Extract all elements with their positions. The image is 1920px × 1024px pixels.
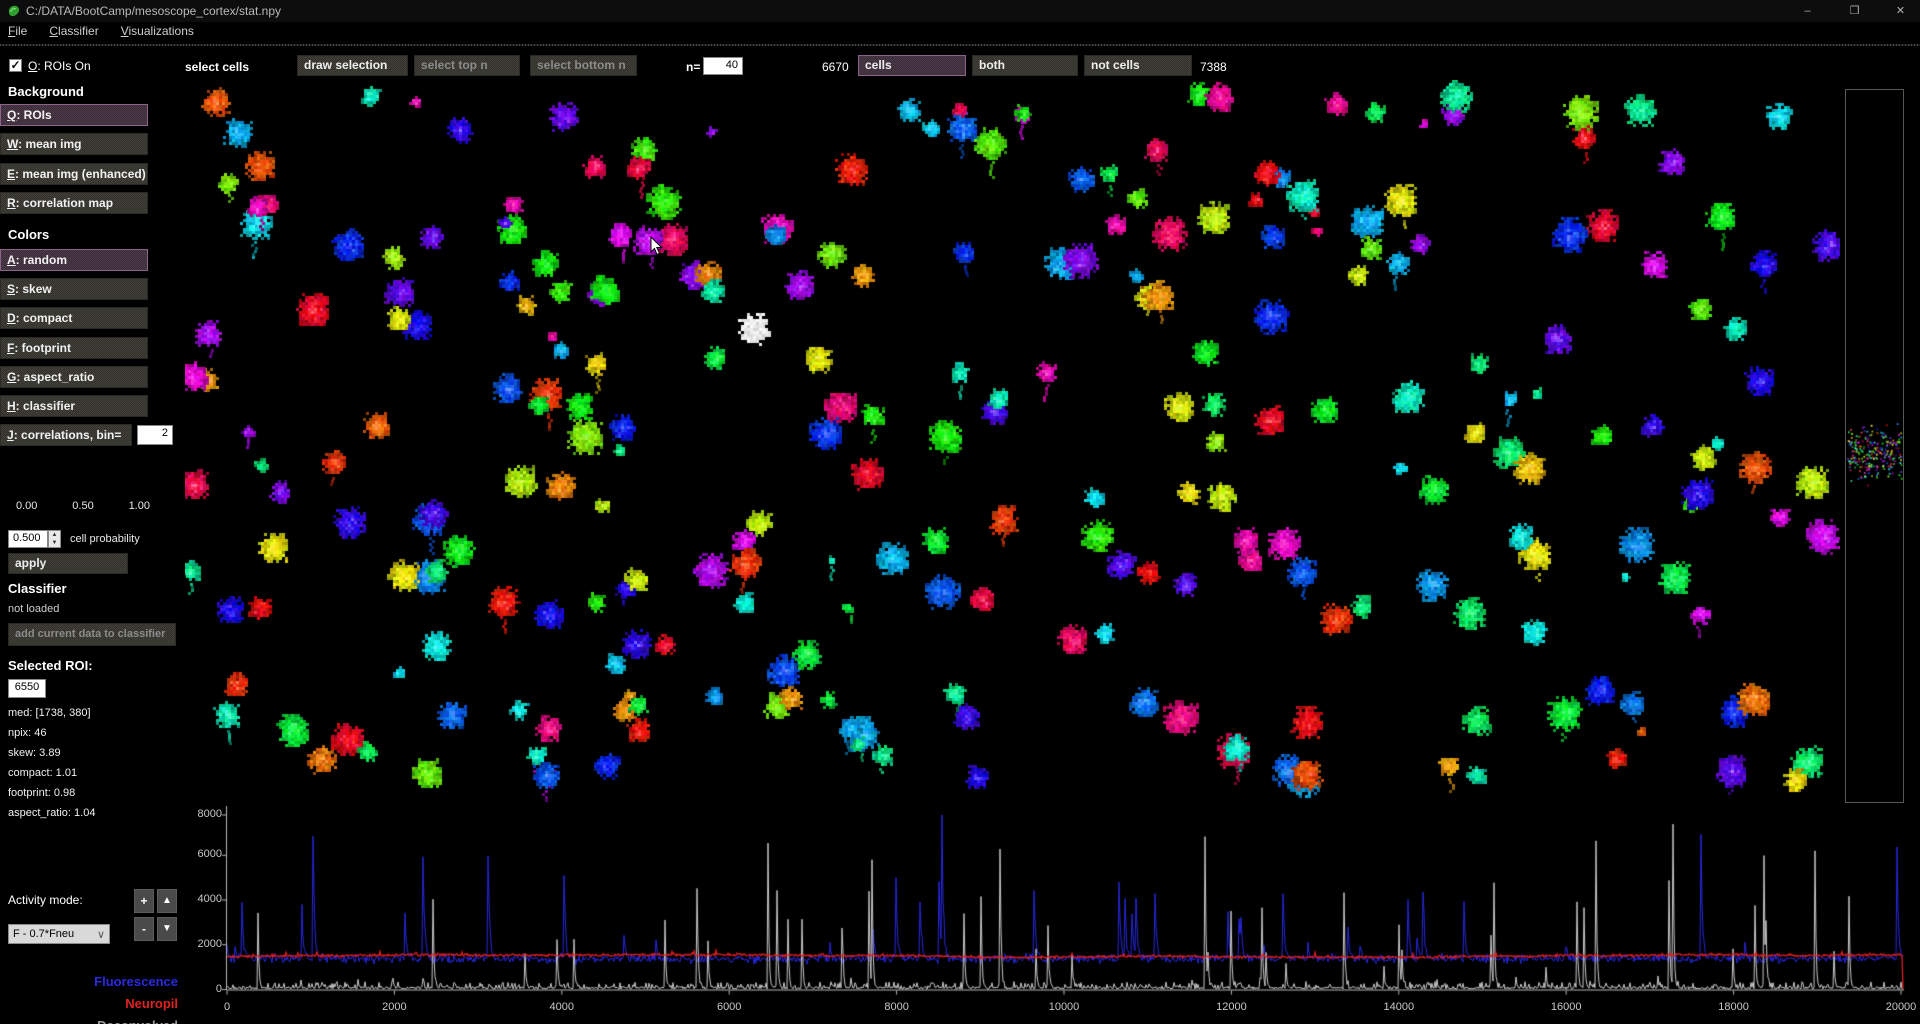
menu-bar: File Classifier Visualizations xyxy=(8,24,194,38)
x-tick-label: 8000 xyxy=(884,1001,908,1013)
selected-roi-header: Selected ROI: xyxy=(8,658,93,673)
cell-probability-label: cell probability xyxy=(70,533,140,545)
x-tick-label: 18000 xyxy=(1718,1001,1749,1013)
classifier-header: Classifier xyxy=(8,581,67,596)
background-option[interactable]: Q: ROIs xyxy=(0,104,148,126)
cells-count: 6670 xyxy=(822,60,849,74)
cell-probability-input[interactable]: 0.500 xyxy=(8,530,48,548)
legend-entry: Neuropil xyxy=(0,993,178,1015)
not-cells-count: 7388 xyxy=(1200,60,1227,74)
step-up-icon[interactable]: ▲ xyxy=(49,531,60,539)
minimap-canvas[interactable] xyxy=(1846,90,1903,802)
select-top-n-button[interactable]: select top n xyxy=(414,55,520,76)
x-tick-label: 20000 xyxy=(1886,1001,1917,1013)
menu-item[interactable]: File xyxy=(8,24,27,38)
x-tick-label: 12000 xyxy=(1216,1001,1247,1013)
x-tick-label: 4000 xyxy=(550,1001,574,1013)
x-tick-label: 0 xyxy=(224,1001,230,1013)
scale-label: 0.50 xyxy=(72,500,93,512)
correlations-bin-input[interactable]: 2 xyxy=(137,425,173,445)
roi-stat: skew: 3.89 xyxy=(8,747,95,767)
app-icon xyxy=(7,4,21,18)
apply-button[interactable]: apply xyxy=(8,553,128,574)
not-cells-button[interactable]: not cells xyxy=(1084,55,1192,76)
y-tick-label: 2000 xyxy=(0,938,222,950)
window-title: C:/DATA/BootCamp/mesoscope_cortex/stat.n… xyxy=(26,4,281,18)
selected-roi-input[interactable]: 6550 xyxy=(8,679,46,698)
colors-option[interactable]: A: random xyxy=(0,249,148,271)
scale-label: 0.00 xyxy=(16,500,37,512)
rois-on-checkbox[interactable]: ✓ xyxy=(9,59,22,72)
y-tick-label: 8000 xyxy=(0,808,222,820)
close-button[interactable]: ✕ xyxy=(1878,0,1920,22)
n-input[interactable]: 40 xyxy=(703,57,743,75)
trace-legend: FluorescenceNeuropilDeconvolved xyxy=(0,971,178,1024)
scale-label: 1.00 xyxy=(129,500,150,512)
minimap-frame[interactable] xyxy=(1845,89,1904,803)
x-tick-label: 6000 xyxy=(717,1001,741,1013)
correlations-button[interactable]: J: correlations, bin= xyxy=(0,424,132,446)
background-header: Background xyxy=(8,84,84,99)
background-option[interactable]: E: mean img (enhanced) xyxy=(0,163,148,185)
y-tick-label: 6000 xyxy=(0,848,222,860)
colors-header: Colors xyxy=(8,227,49,242)
toolbar-separator xyxy=(0,44,1920,46)
background-options: Q: ROIs W: mean img E: mean img (enhanced)… xyxy=(0,104,148,222)
draw-selection-button[interactable]: draw selection xyxy=(297,55,408,76)
y-tick-label: 0 xyxy=(0,983,222,995)
step-down-icon[interactable]: ▼ xyxy=(49,539,60,547)
colors-option[interactable]: H: classifier xyxy=(0,395,148,417)
y-tick-label: 4000 xyxy=(0,893,222,905)
cell-probability-stepper[interactable]: ▲▼ xyxy=(48,530,61,548)
background-option[interactable]: W: mean img xyxy=(0,133,148,155)
x-tick-label: 10000 xyxy=(1049,1001,1080,1013)
both-button[interactable]: both xyxy=(972,55,1078,76)
x-tick-label: 16000 xyxy=(1551,1001,1582,1013)
add-classifier-button[interactable]: add current data to classifier xyxy=(8,623,176,646)
roi-stat: med: [1738, 380] xyxy=(8,707,95,727)
roi-stat: footprint: 0.98 xyxy=(8,787,95,807)
roi-field-canvas[interactable] xyxy=(185,80,1840,802)
trace-plot-canvas[interactable] xyxy=(218,804,1908,998)
menu-item[interactable]: Classifier xyxy=(49,24,98,38)
title-bar: C:/DATA/BootCamp/mesoscope_cortex/stat.n… xyxy=(0,0,1920,22)
colors-option[interactable]: D: compact xyxy=(0,307,148,329)
colors-option[interactable]: S: skew xyxy=(0,278,148,300)
roi-stat: npix: 46 xyxy=(8,727,95,747)
select-bottom-n-button[interactable]: select bottom n xyxy=(530,55,637,76)
colors-option[interactable]: F: footprint xyxy=(0,337,148,359)
roi-stat: compact: 1.01 xyxy=(8,767,95,787)
background-option[interactable]: R: correlation map xyxy=(0,192,148,214)
minimize-button[interactable]: – xyxy=(1785,0,1830,22)
classifier-status: not loaded xyxy=(8,603,59,615)
select-cells-label: select cells xyxy=(185,60,249,74)
menu-item[interactable]: Visualizations xyxy=(121,24,194,38)
colors-option[interactable]: G: aspect_ratio xyxy=(0,366,148,388)
x-tick-label: 14000 xyxy=(1384,1001,1415,1013)
mouse-cursor xyxy=(650,236,664,256)
maximize-button[interactable]: ❐ xyxy=(1832,0,1877,22)
color-scale-labels: 0.00 0.50 1.00 xyxy=(16,500,150,512)
x-tick-label: 2000 xyxy=(382,1001,406,1013)
rois-on-label: O: ROIs On xyxy=(28,59,91,73)
colors-options: A: random S: skew D: compact F: footprint G:… xyxy=(0,249,148,424)
legend-entry: Deconvolved xyxy=(0,1015,178,1024)
cells-button[interactable]: cells xyxy=(858,55,966,76)
n-label: n= xyxy=(686,60,700,74)
